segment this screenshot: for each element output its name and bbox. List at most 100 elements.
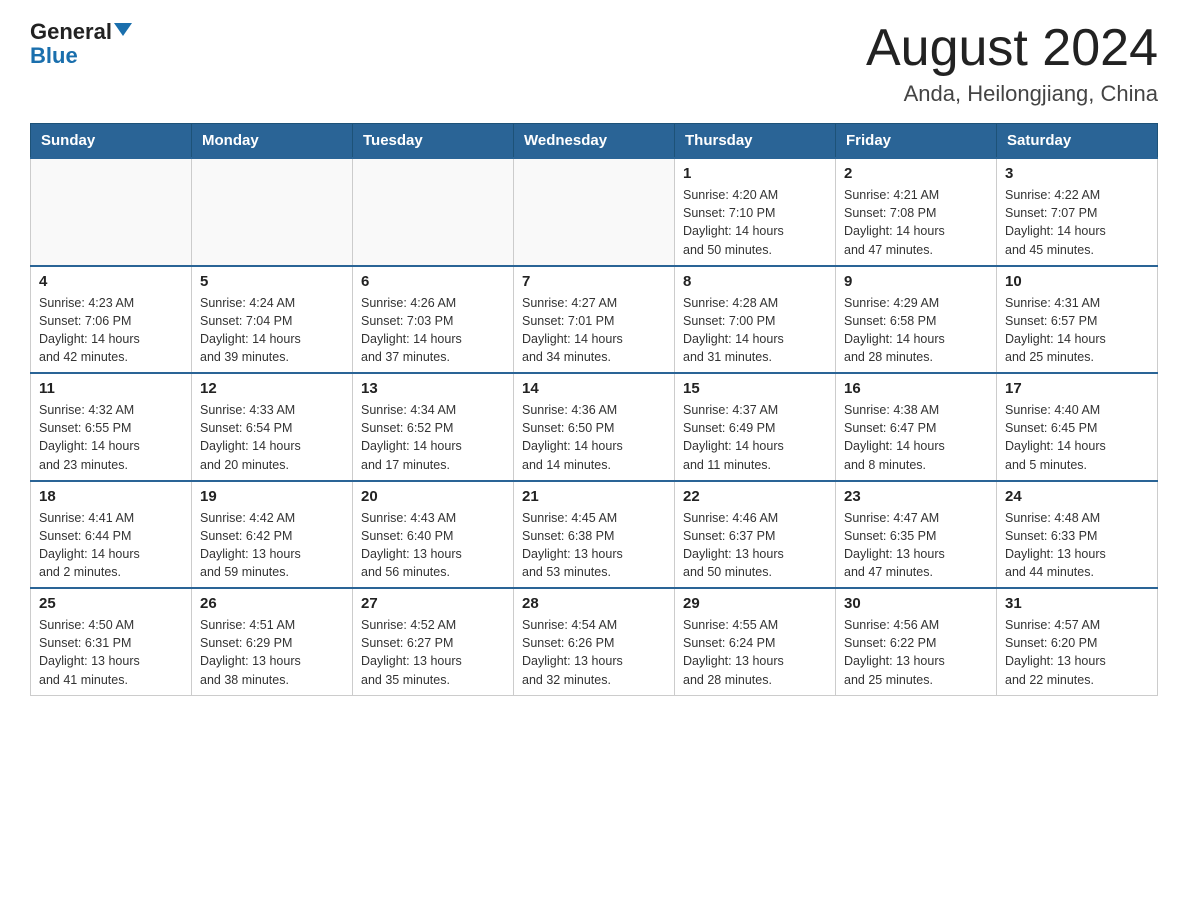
day-number: 23 xyxy=(844,488,988,505)
day-info: Sunrise: 4:20 AM Sunset: 7:10 PM Dayligh… xyxy=(683,186,827,259)
day-number: 26 xyxy=(200,595,344,612)
table-row: 24 Sunrise: 4:48 AM Sunset: 6:33 PM Dayli… xyxy=(997,481,1158,589)
day-number: 24 xyxy=(1005,488,1149,505)
table-row: 21Sunrise: 4:45 AM Sunset: 6:38 PM Dayli… xyxy=(514,481,675,589)
day-number: 28 xyxy=(522,595,666,612)
table-row: 26Sunrise: 4:51 AM Sunset: 6:29 PM Dayli… xyxy=(192,588,353,695)
day-info: Sunrise: 4:38 AM Sunset: 6:47 PM Dayligh… xyxy=(844,401,988,474)
table-row: 18 Sunrise: 4:41 AM Sunset: 6:44 PM Dayli… xyxy=(31,481,192,589)
table-row xyxy=(192,158,353,266)
day-info: Sunrise: 4:33 AM Sunset: 6:54 PM Dayligh… xyxy=(200,401,344,474)
day-number: 15 xyxy=(683,380,827,397)
day-number: 4 xyxy=(39,273,183,290)
day-number: 13 xyxy=(361,380,505,397)
day-info: Sunrise: 4:56 AM Sunset: 6:22 PM Dayligh… xyxy=(844,616,988,689)
day-number: 16 xyxy=(844,380,988,397)
table-row: 25 Sunrise: 4:50 AM Sunset: 6:31 PM Dayli… xyxy=(31,588,192,695)
table-row: 14 Sunrise: 4:36 AM Sunset: 6:50 PM Dayli… xyxy=(514,373,675,481)
day-number: 14 xyxy=(522,380,666,397)
calendar-week-row: 11Sunrise: 4:32 AM Sunset: 6:55 PM Dayli… xyxy=(31,373,1158,481)
day-number: 18 xyxy=(39,488,183,505)
day-info: Sunrise: 4:36 AM Sunset: 6:50 PM Dayligh… xyxy=(522,401,666,474)
day-info: Sunrise: 4:24 AM Sunset: 7:04 PM Dayligh… xyxy=(200,294,344,367)
calendar-header-row: Sunday Monday Tuesday Wednesday Thursday… xyxy=(31,124,1158,159)
table-row: 19Sunrise: 4:42 AM Sunset: 6:42 PM Dayli… xyxy=(192,481,353,589)
day-info: Sunrise: 4:23 AM Sunset: 7:06 PM Dayligh… xyxy=(39,294,183,367)
day-info: Sunrise: 4:47 AM Sunset: 6:35 PM Dayligh… xyxy=(844,509,988,582)
table-row: 28 Sunrise: 4:54 AM Sunset: 6:26 PM Dayli… xyxy=(514,588,675,695)
day-number: 20 xyxy=(361,488,505,505)
col-friday: Friday xyxy=(836,124,997,159)
day-info: Sunrise: 4:41 AM Sunset: 6:44 PM Dayligh… xyxy=(39,509,183,582)
day-number: 31 xyxy=(1005,595,1149,612)
col-wednesday: Wednesday xyxy=(514,124,675,159)
table-row: 6 Sunrise: 4:26 AM Sunset: 7:03 PM Daylig… xyxy=(353,266,514,374)
day-info: Sunrise: 4:22 AM Sunset: 7:07 PM Dayligh… xyxy=(1005,186,1149,259)
table-row: 5Sunrise: 4:24 AM Sunset: 7:04 PM Daylig… xyxy=(192,266,353,374)
day-info: Sunrise: 4:54 AM Sunset: 6:26 PM Dayligh… xyxy=(522,616,666,689)
logo-text-blue: Blue xyxy=(30,44,78,68)
col-sunday: Sunday xyxy=(31,124,192,159)
day-info: Sunrise: 4:48 AM Sunset: 6:33 PM Dayligh… xyxy=(1005,509,1149,582)
day-info: Sunrise: 4:42 AM Sunset: 6:42 PM Dayligh… xyxy=(200,509,344,582)
table-row: 13Sunrise: 4:34 AM Sunset: 6:52 PM Dayli… xyxy=(353,373,514,481)
day-number: 22 xyxy=(683,488,827,505)
day-number: 30 xyxy=(844,595,988,612)
day-info: Sunrise: 4:31 AM Sunset: 6:57 PM Dayligh… xyxy=(1005,294,1149,367)
table-row: 20 Sunrise: 4:43 AM Sunset: 6:40 PM Dayli… xyxy=(353,481,514,589)
table-row: 30 Sunrise: 4:56 AM Sunset: 6:22 PM Dayli… xyxy=(836,588,997,695)
day-number: 11 xyxy=(39,380,183,397)
calendar-week-row: 4 Sunrise: 4:23 AM Sunset: 7:06 PM Daylig… xyxy=(31,266,1158,374)
table-row xyxy=(31,158,192,266)
calendar-week-row: 1 Sunrise: 4:20 AM Sunset: 7:10 PM Daylig… xyxy=(31,158,1158,266)
day-number: 17 xyxy=(1005,380,1149,397)
day-number: 9 xyxy=(844,273,988,290)
day-number: 12 xyxy=(200,380,344,397)
col-thursday: Thursday xyxy=(675,124,836,159)
table-row: 12 Sunrise: 4:33 AM Sunset: 6:54 PM Dayli… xyxy=(192,373,353,481)
col-monday: Monday xyxy=(192,124,353,159)
logo: General Blue xyxy=(30,20,132,68)
table-row: 7 Sunrise: 4:27 AM Sunset: 7:01 PM Daylig… xyxy=(514,266,675,374)
table-row: 1 Sunrise: 4:20 AM Sunset: 7:10 PM Daylig… xyxy=(675,158,836,266)
table-row: 23 Sunrise: 4:47 AM Sunset: 6:35 PM Dayli… xyxy=(836,481,997,589)
day-number: 3 xyxy=(1005,165,1149,182)
day-info: Sunrise: 4:29 AM Sunset: 6:58 PM Dayligh… xyxy=(844,294,988,367)
table-row: 31Sunrise: 4:57 AM Sunset: 6:20 PM Dayli… xyxy=(997,588,1158,695)
day-info: Sunrise: 4:21 AM Sunset: 7:08 PM Dayligh… xyxy=(844,186,988,259)
calendar-subtitle: Anda, Heilongjiang, China xyxy=(866,81,1158,107)
day-number: 8 xyxy=(683,273,827,290)
table-row: 3 Sunrise: 4:22 AM Sunset: 7:07 PM Daylig… xyxy=(997,158,1158,266)
day-number: 6 xyxy=(361,273,505,290)
col-tuesday: Tuesday xyxy=(353,124,514,159)
table-row: 17Sunrise: 4:40 AM Sunset: 6:45 PM Dayli… xyxy=(997,373,1158,481)
table-row: 11Sunrise: 4:32 AM Sunset: 6:55 PM Dayli… xyxy=(31,373,192,481)
day-number: 21 xyxy=(522,488,666,505)
day-number: 10 xyxy=(1005,273,1149,290)
table-row: 22 Sunrise: 4:46 AM Sunset: 6:37 PM Dayli… xyxy=(675,481,836,589)
calendar-title: August 2024 xyxy=(866,20,1158,77)
table-row: 8 Sunrise: 4:28 AM Sunset: 7:00 PM Daylig… xyxy=(675,266,836,374)
day-number: 7 xyxy=(522,273,666,290)
col-saturday: Saturday xyxy=(997,124,1158,159)
table-row: 16 Sunrise: 4:38 AM Sunset: 6:47 PM Dayli… xyxy=(836,373,997,481)
table-row: 29Sunrise: 4:55 AM Sunset: 6:24 PM Dayli… xyxy=(675,588,836,695)
calendar-table: Sunday Monday Tuesday Wednesday Thursday… xyxy=(30,123,1158,696)
day-number: 25 xyxy=(39,595,183,612)
day-number: 1 xyxy=(683,165,827,182)
table-row xyxy=(514,158,675,266)
day-info: Sunrise: 4:26 AM Sunset: 7:03 PM Dayligh… xyxy=(361,294,505,367)
day-info: Sunrise: 4:46 AM Sunset: 6:37 PM Dayligh… xyxy=(683,509,827,582)
day-info: Sunrise: 4:28 AM Sunset: 7:00 PM Dayligh… xyxy=(683,294,827,367)
calendar-week-row: 25 Sunrise: 4:50 AM Sunset: 6:31 PM Dayli… xyxy=(31,588,1158,695)
logo-text-general: General xyxy=(30,20,112,44)
table-row: 9 Sunrise: 4:29 AM Sunset: 6:58 PM Daylig… xyxy=(836,266,997,374)
day-info: Sunrise: 4:50 AM Sunset: 6:31 PM Dayligh… xyxy=(39,616,183,689)
day-number: 27 xyxy=(361,595,505,612)
day-info: Sunrise: 4:55 AM Sunset: 6:24 PM Dayligh… xyxy=(683,616,827,689)
day-info: Sunrise: 4:27 AM Sunset: 7:01 PM Dayligh… xyxy=(522,294,666,367)
day-info: Sunrise: 4:43 AM Sunset: 6:40 PM Dayligh… xyxy=(361,509,505,582)
calendar-week-row: 18 Sunrise: 4:41 AM Sunset: 6:44 PM Dayli… xyxy=(31,481,1158,589)
page-header: General Blue August 2024 Anda, Heilongji… xyxy=(30,20,1158,107)
table-row: 4 Sunrise: 4:23 AM Sunset: 7:06 PM Daylig… xyxy=(31,266,192,374)
